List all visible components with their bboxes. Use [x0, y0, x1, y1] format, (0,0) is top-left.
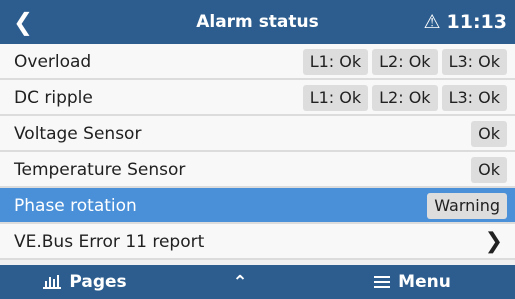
list-item-phase-rotation[interactable]: Phase rotation Warning	[0, 188, 515, 224]
status-pill-l2: L2: Ok	[372, 49, 438, 75]
status-pill-l3: L3: Ok	[441, 49, 507, 75]
pages-label: Pages	[69, 272, 127, 292]
chevron-right-icon: ❯	[484, 229, 503, 254]
clock-time: 11:13	[446, 11, 507, 33]
row-label: VE.Bus Error 11 report	[14, 232, 205, 252]
status-pill-warning: Warning	[427, 193, 507, 219]
status-pills: Ok	[471, 157, 507, 183]
menu-button[interactable]: Menu	[310, 265, 515, 299]
status-pill-l1: L1: Ok	[302, 49, 369, 75]
status-pill-l1: L1: Ok	[302, 85, 369, 111]
chevron-up-icon: ⌃	[232, 271, 248, 293]
scroll-up-button[interactable]: ⌃	[190, 265, 290, 299]
status-pill-l2: L2: Ok	[372, 85, 438, 111]
status-pill: Ok	[471, 157, 507, 183]
row-label: DC ripple	[14, 88, 93, 108]
status-pills: Ok	[471, 121, 507, 147]
list-item-vebus-error-11-report[interactable]: VE.Bus Error 11 report ❯	[0, 224, 515, 260]
status-pills: L1: Ok L2: Ok L3: Ok	[302, 85, 507, 111]
status-area: ⚠ 11:13	[423, 0, 507, 44]
menu-label: Menu	[398, 272, 451, 292]
hamburger-icon	[374, 276, 391, 288]
pages-button[interactable]: Pages	[0, 265, 170, 299]
list-item-overload[interactable]: Overload L1: Ok L2: Ok L3: Ok	[0, 44, 515, 80]
bottom-bar: Pages ⌃ Menu	[0, 265, 515, 299]
status-pill: Ok	[471, 121, 507, 147]
top-bar: ❮ Alarm status ⚠ 11:13	[0, 0, 515, 44]
status-pills: L1: Ok L2: Ok L3: Ok	[302, 49, 507, 75]
row-label: Voltage Sensor	[14, 124, 142, 144]
row-label: Overload	[14, 52, 92, 72]
bar-chart-icon	[43, 275, 62, 289]
row-label: Temperature Sensor	[14, 160, 186, 180]
status-pill-l3: L3: Ok	[441, 85, 507, 111]
list-item-temperature-sensor[interactable]: Temperature Sensor Ok	[0, 152, 515, 188]
row-label: Phase rotation	[14, 196, 137, 216]
alarm-list: Overload L1: Ok L2: Ok L3: Ok DC ripple …	[0, 44, 515, 260]
status-pills: Warning	[427, 193, 507, 219]
list-item-dc-ripple[interactable]: DC ripple L1: Ok L2: Ok L3: Ok	[0, 80, 515, 116]
list-item-voltage-sensor[interactable]: Voltage Sensor Ok	[0, 116, 515, 152]
warning-triangle-icon: ⚠	[423, 11, 441, 33]
screen: ❮ Alarm status ⚠ 11:13 Overload L1: Ok L2…	[0, 0, 515, 299]
